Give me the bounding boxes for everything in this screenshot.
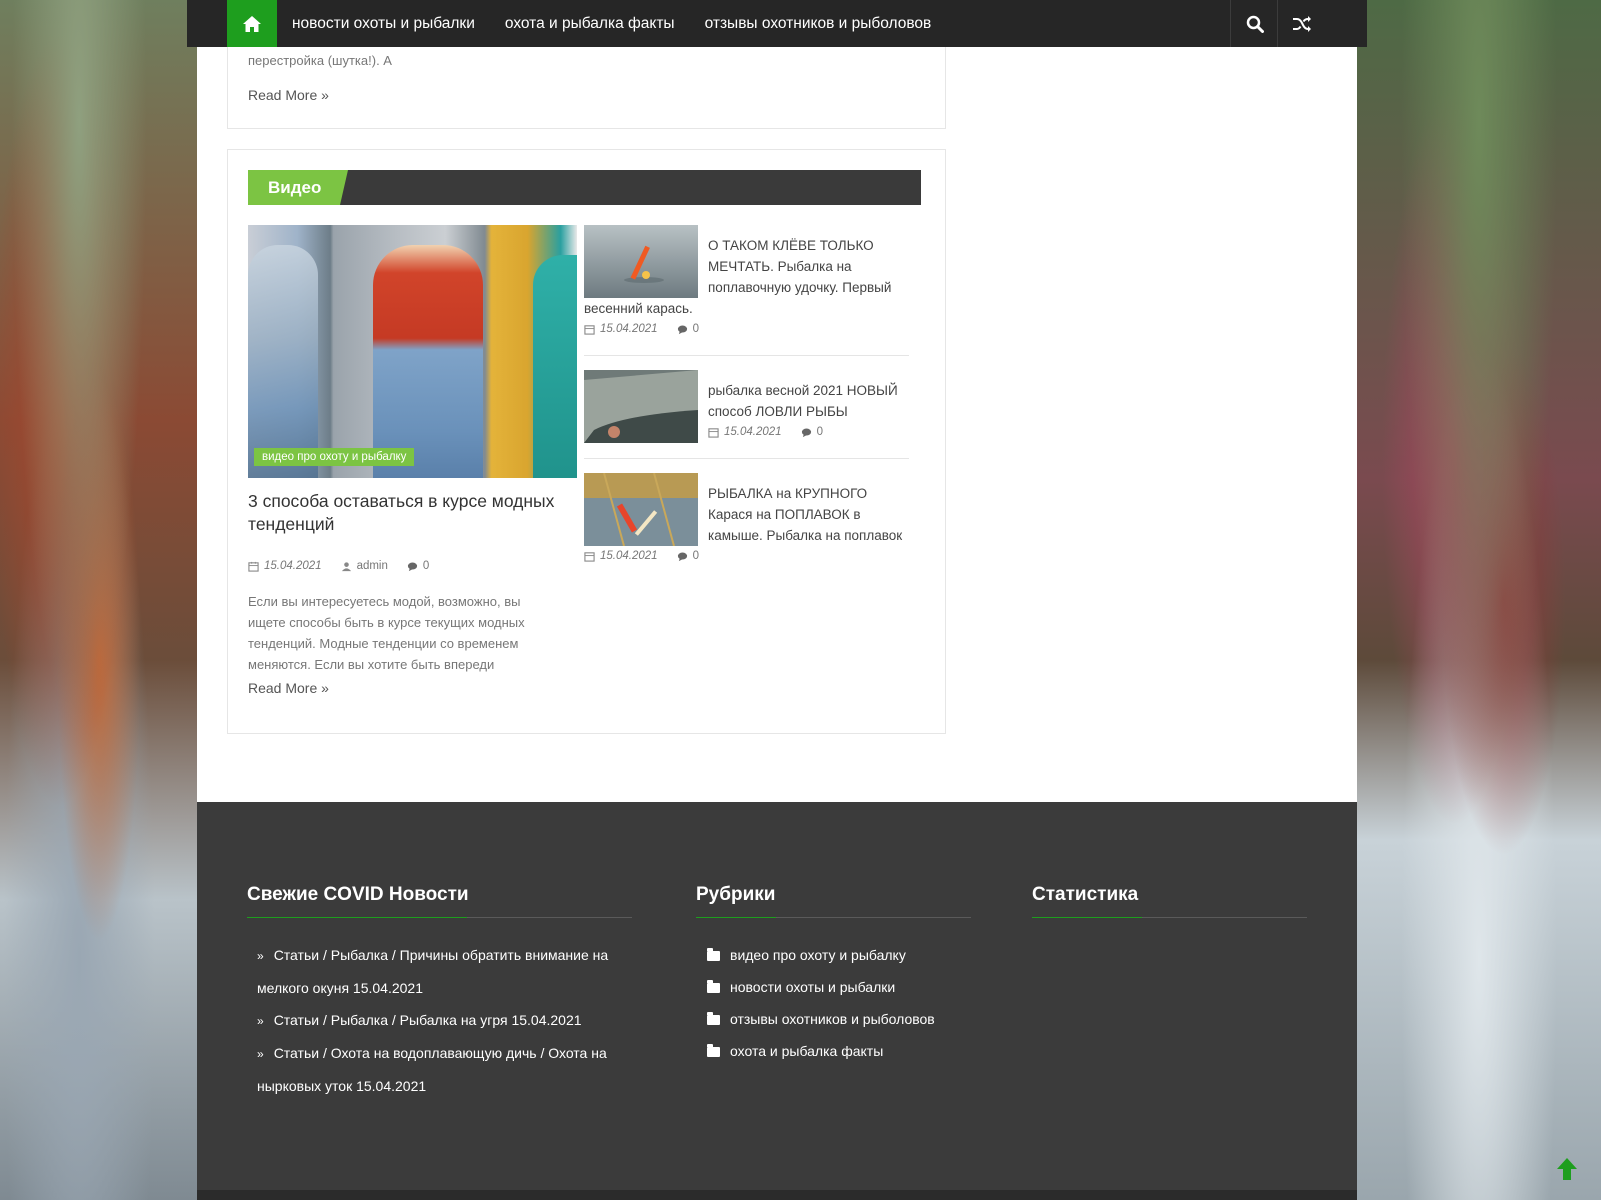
search-icon xyxy=(1246,15,1264,33)
footer-title-news: Свежие COVID Новости xyxy=(247,884,469,905)
featured-post-image[interactable]: видео про охоту и рыбалку xyxy=(248,225,577,478)
footer-title-underline xyxy=(696,917,971,918)
main-navigation: новости охоты и рыбалки охота и рыбалка … xyxy=(187,0,1367,47)
section-header: Видео xyxy=(248,170,921,205)
search-button[interactable] xyxy=(1230,0,1278,47)
side-post-thumbnail[interactable] xyxy=(584,473,698,546)
post-date[interactable]: 15.04.2021 xyxy=(600,550,658,562)
calendar-icon xyxy=(584,324,595,335)
side-post-meta: 15.04.2021 0 xyxy=(584,323,909,335)
footer-news-item[interactable]: » Статьи / Охота на водоплавающую дичь / … xyxy=(257,1037,627,1102)
arrow-up-icon xyxy=(1557,1158,1577,1180)
read-more-link[interactable]: Read More » xyxy=(248,680,329,696)
side-post-meta: 15.04.2021 0 xyxy=(584,550,909,562)
divider xyxy=(584,458,909,459)
side-post[interactable]: О ТАКОМ КЛЁВЕ ТОЛЬКО МЕЧТАТЬ. Рыбалка на… xyxy=(584,225,909,335)
footer-categories-list: видео про охоту и рыбалку новости охоты … xyxy=(707,939,977,1067)
post-comments[interactable]: 0 xyxy=(693,550,699,562)
comment-icon xyxy=(677,325,687,334)
folder-icon xyxy=(707,980,720,993)
post-date[interactable]: 15.04.2021 xyxy=(600,323,658,335)
footer-news-list: » Статьи / Рыбалка / Причины обратить вни… xyxy=(257,939,627,1102)
nav-menu: новости охоты и рыбалки охота и рыбалка … xyxy=(292,0,931,47)
scroll-to-top-button[interactable] xyxy=(1553,1155,1581,1183)
folder-icon xyxy=(707,1012,720,1025)
background-photo-left xyxy=(0,0,198,1200)
footer-news-item[interactable]: » Статьи / Рыбалка / Рыбалка на угря 15.0… xyxy=(257,1004,627,1037)
section-title[interactable]: Видео xyxy=(248,170,348,205)
shuffle-icon xyxy=(1292,15,1311,32)
divider xyxy=(584,355,909,356)
category-badge[interactable]: видео про охоту и рыбалку xyxy=(254,448,415,466)
read-more-link[interactable]: Read More » xyxy=(248,87,329,103)
footer-category-item[interactable]: отзывы охотников и рыболовов xyxy=(707,1003,977,1035)
post-comments[interactable]: 0 xyxy=(423,560,429,572)
footer-title-categories: Рубрики xyxy=(696,884,776,905)
side-post[interactable]: РЫБАЛКА на КРУПНОГО Карася на ПОПЛАВОК в… xyxy=(584,473,909,562)
chevron-right-icon: » xyxy=(257,1047,264,1061)
side-post-thumbnail[interactable] xyxy=(584,370,698,443)
calendar-icon xyxy=(584,551,595,562)
comment-icon xyxy=(677,552,687,561)
post-date[interactable]: 15.04.2021 xyxy=(724,426,782,438)
footer-category-item[interactable]: новости охоты и рыбалки xyxy=(707,971,977,1003)
side-post-meta: 15.04.2021 0 xyxy=(708,426,909,438)
footer-title-underline xyxy=(1032,917,1307,918)
side-post[interactable]: рыбалка весной 2021 НОВЫЙ способ ЛОВЛИ Р… xyxy=(584,370,909,443)
featured-post-title[interactable]: 3 способа оставаться в курсе модных тенд… xyxy=(248,490,578,536)
calendar-icon xyxy=(708,427,719,438)
home-icon xyxy=(243,15,261,32)
site-footer: Свежие COVID Новости » Статьи / Рыбалка /… xyxy=(197,802,1357,1200)
side-post-thumbnail[interactable] xyxy=(584,225,698,298)
footer-category-item[interactable]: охота и рыбалка факты xyxy=(707,1035,977,1067)
folder-icon xyxy=(707,1044,720,1057)
home-button[interactable] xyxy=(227,0,277,47)
nav-item-news[interactable]: новости охоты и рыбалки xyxy=(292,15,475,33)
post-comments[interactable]: 0 xyxy=(817,426,823,438)
chevron-right-icon: » xyxy=(257,1014,264,1028)
footer-title-underline xyxy=(247,917,632,918)
nav-item-reviews[interactable]: отзывы охотников и рыболовов xyxy=(705,15,932,33)
featured-post-meta: 15.04.2021 admin 0 xyxy=(248,560,429,572)
footer-category-item[interactable]: видео про охоту и рыбалку xyxy=(707,939,977,971)
featured-post-excerpt: Если вы интересуетесь модой, возможно, в… xyxy=(248,594,525,672)
video-section-card: Видео видео про охоту и рыбалку 3 способ… xyxy=(227,149,946,734)
footer-news-item[interactable]: » Статьи / Рыбалка / Причины обратить вни… xyxy=(257,939,627,1004)
nav-item-facts[interactable]: охота и рыбалка факты xyxy=(505,15,675,33)
post-date[interactable]: 15.04.2021 xyxy=(264,560,322,572)
folder-icon xyxy=(707,948,720,961)
post-author[interactable]: admin xyxy=(357,560,388,572)
calendar-icon xyxy=(248,561,259,572)
chevron-right-icon: » xyxy=(257,949,264,963)
footer-bottom-bar xyxy=(197,1190,1357,1200)
background-photo-right xyxy=(1357,0,1601,1200)
comment-icon xyxy=(407,562,417,571)
comment-icon xyxy=(801,428,811,437)
user-icon xyxy=(341,561,351,571)
random-post-button[interactable] xyxy=(1277,0,1325,47)
post-comments[interactable]: 0 xyxy=(693,323,699,335)
previous-article-excerpt: перестройка (шутка!). А xyxy=(248,53,392,68)
footer-title-stats: Статистика xyxy=(1032,884,1139,905)
